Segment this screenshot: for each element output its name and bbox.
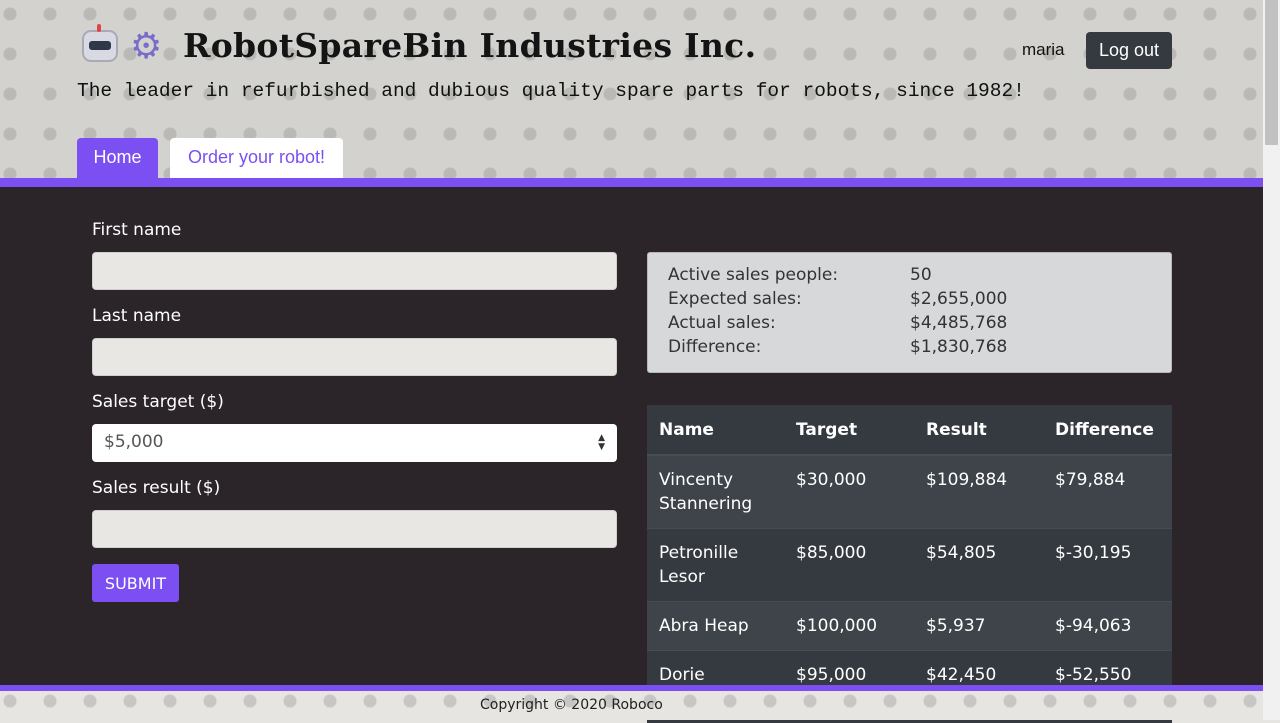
cell-result: $5,937: [914, 602, 1043, 651]
tab-order-your-robot[interactable]: Order your robot!: [170, 138, 343, 178]
stat-label: Actual sales:: [668, 313, 776, 333]
stat-difference: Difference: $1,830,768: [668, 337, 1168, 357]
first-name-input[interactable]: [92, 252, 617, 290]
site-header: ⚙ RobotSpareBin Industries Inc. The lead…: [0, 0, 1263, 179]
copyright-text: Copyright © 2020 Roboco: [480, 697, 663, 713]
cell-name: Abra Heap: [647, 602, 784, 651]
stat-value: $4,485,768: [910, 313, 1007, 333]
cell-target: $100,000: [784, 602, 914, 651]
stat-value: $2,655,000: [910, 289, 1007, 309]
last-name-label: Last name: [92, 306, 181, 326]
column-header-target: Target: [784, 405, 914, 455]
page-scrollbar[interactable]: [1263, 0, 1280, 720]
tab-home[interactable]: Home: [77, 138, 158, 178]
column-header-name: Name: [647, 405, 784, 455]
cell-result: $54,805: [914, 529, 1043, 602]
sales-result-label: Sales result ($): [92, 478, 220, 498]
stat-value: 50: [910, 265, 932, 285]
gear-logo-icon: ⚙: [130, 29, 162, 65]
username: maria: [1022, 40, 1065, 60]
main-content: First name Last name Sales target ($) $5…: [0, 187, 1263, 685]
table-row: Abra Heap $100,000 $5,937 $-94,063: [647, 602, 1172, 651]
cell-result: $109,884: [914, 455, 1043, 529]
cell-difference: $-94,063: [1043, 602, 1172, 651]
cell-target: $30,000: [784, 455, 914, 529]
column-header-difference: Difference: [1043, 405, 1172, 455]
last-name-input[interactable]: [92, 338, 617, 376]
sales-result-input[interactable]: [92, 510, 617, 548]
stat-label: Difference:: [668, 337, 761, 357]
cell-name: Petronille Lesor: [647, 529, 784, 602]
stat-actual-sales: Actual sales: $4,485,768: [668, 313, 1168, 333]
sales-target-select[interactable]: $5,000 ▲▼: [92, 424, 617, 462]
stat-label: Active sales people:: [668, 265, 838, 285]
accent-divider-top: [0, 178, 1263, 187]
tagline: The leader in refurbished and dubious qu…: [77, 80, 1025, 102]
robot-logo-icon: [82, 30, 118, 62]
table-row: Petronille Lesor $85,000 $54,805 $-30,19…: [647, 529, 1172, 602]
stat-label: Expected sales:: [668, 289, 802, 309]
cell-difference: $79,884: [1043, 455, 1172, 529]
sales-target-label: Sales target ($): [92, 392, 224, 412]
column-header-result: Result: [914, 405, 1043, 455]
cell-difference: $-30,195: [1043, 529, 1172, 602]
cell-name: Vincenty Stannering: [647, 455, 784, 529]
logout-button[interactable]: Log out: [1086, 32, 1172, 69]
table-row: Vincenty Stannering $30,000 $109,884 $79…: [647, 455, 1172, 529]
stat-expected-sales: Expected sales: $2,655,000: [668, 289, 1168, 309]
stat-value: $1,830,768: [910, 337, 1007, 357]
scrollbar-thumb[interactable]: [1265, 0, 1278, 145]
site-footer: Copyright © 2020 Roboco: [0, 691, 1263, 720]
cell-target: $85,000: [784, 529, 914, 602]
select-updown-icon: ▲▼: [598, 434, 605, 452]
sales-results-table: Name Target Result Difference Vincenty S…: [647, 405, 1172, 723]
submit-button[interactable]: SUBMIT: [92, 564, 179, 602]
first-name-label: First name: [92, 220, 181, 240]
table-header-row: Name Target Result Difference: [647, 405, 1172, 455]
stat-active-sales-people: Active sales people: 50: [668, 265, 1168, 285]
sales-target-selected-value: $5,000: [104, 432, 163, 452]
brand-title: RobotSpareBin Industries Inc.: [183, 26, 756, 65]
sales-summary-box: Active sales people: 50 Expected sales: …: [647, 252, 1172, 373]
